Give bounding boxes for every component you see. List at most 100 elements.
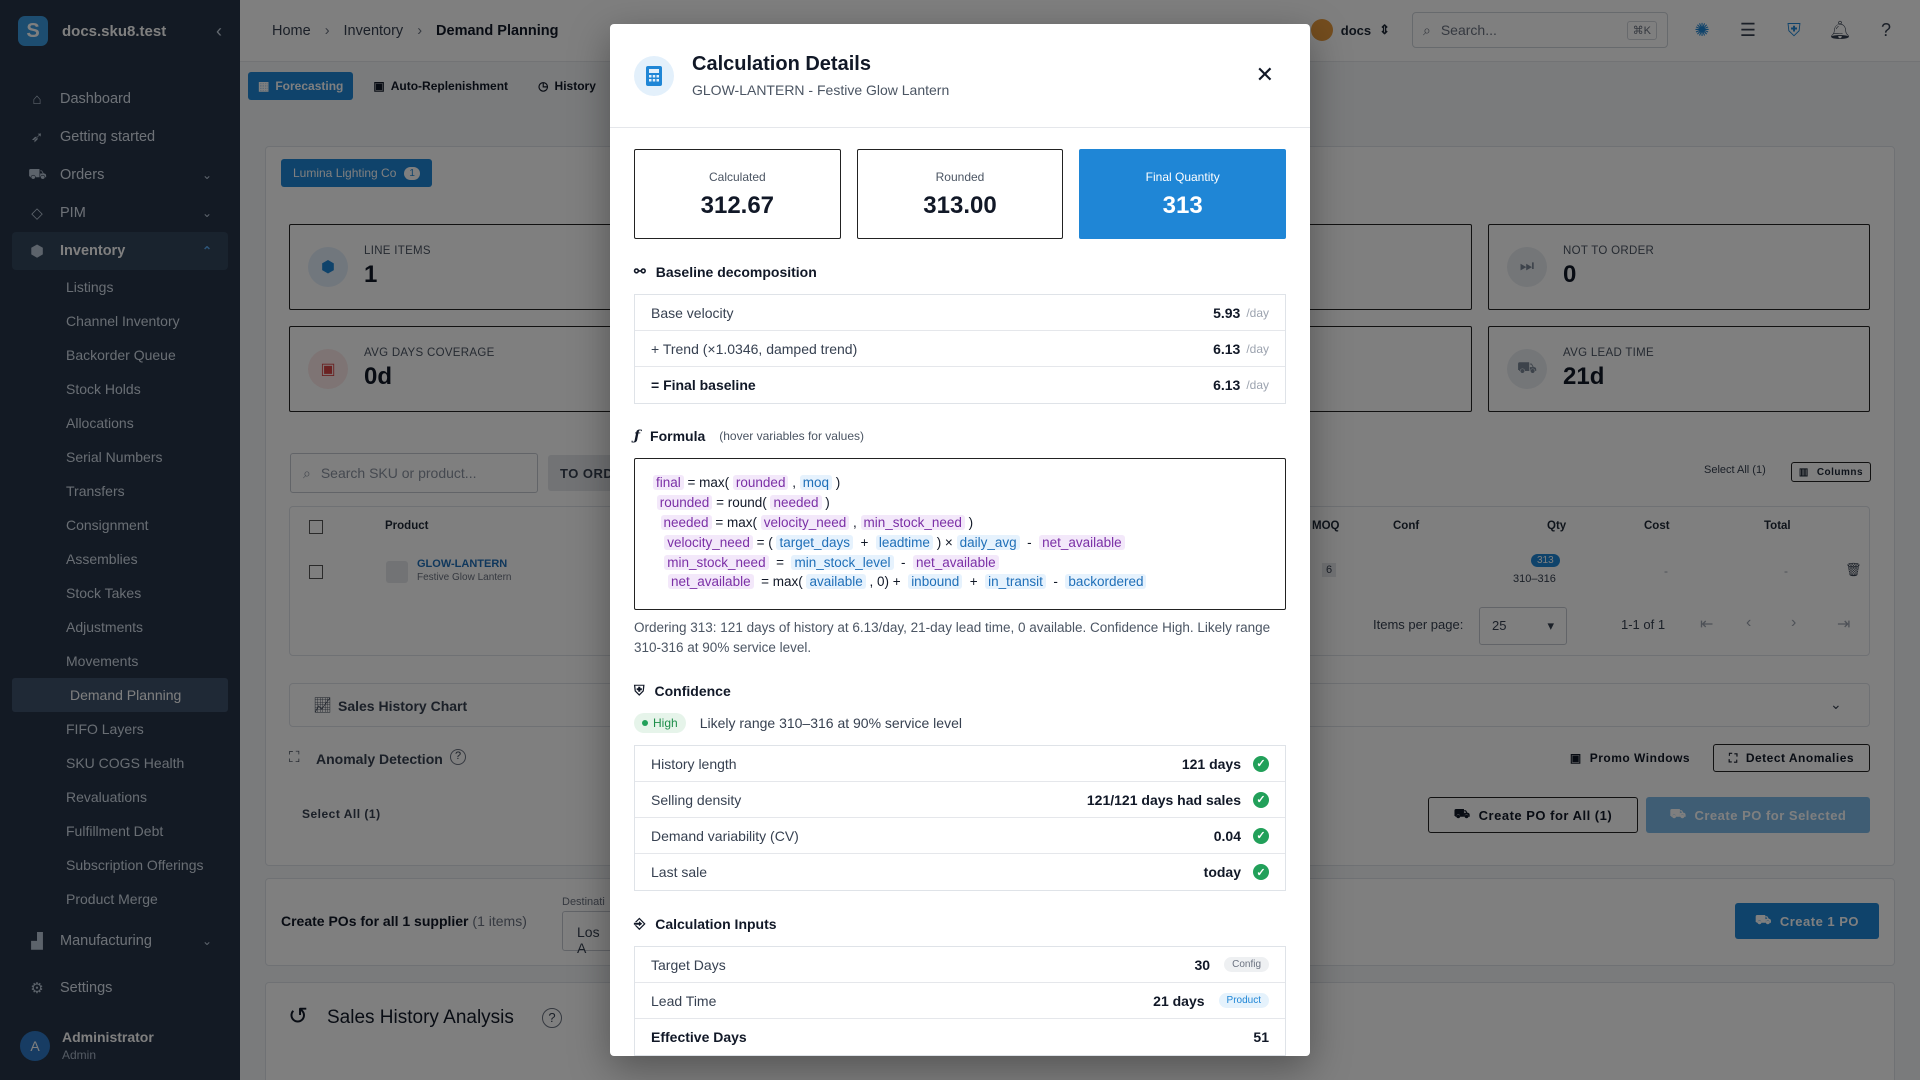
formula-variable[interactable]: needed	[660, 514, 712, 530]
baseline-row-value: 6.13	[1213, 340, 1241, 357]
confidence-row-label: Last sale	[651, 864, 708, 880]
formula-line: needed = max( velocity_need , min_stock_…	[653, 513, 1267, 533]
final-quantity-value: 313	[1162, 192, 1203, 219]
formula-variable[interactable]: needed	[770, 495, 822, 511]
close-icon[interactable]: ✕	[1256, 62, 1274, 88]
formula-variable[interactable]: rounded	[656, 495, 713, 511]
baseline-row: = Final baseline 6.13/day	[635, 367, 1285, 403]
formula-operator: )	[821, 495, 830, 511]
formula-variable[interactable]: net_available	[913, 554, 999, 570]
baseline-row-value: 6.13	[1213, 377, 1241, 393]
inputs-row: Lead Time 21 days Product	[635, 983, 1285, 1019]
rounded-value: 313.00	[923, 192, 997, 219]
confidence-badge: High	[634, 713, 686, 733]
dialog-header: Calculation Details GLOW-LANTERN - Festi…	[610, 24, 1310, 128]
confidence-row: Last sale today ✓	[635, 854, 1285, 890]
baseline-row: + Trend (×1.0346, damped trend) 6.13/day	[635, 331, 1285, 367]
formula-operator: +	[962, 574, 986, 590]
formula-operator: )	[964, 514, 974, 530]
formula-variable[interactable]: inbound	[908, 574, 963, 590]
formula-variable[interactable]: in_transit	[985, 574, 1046, 590]
formula-operator: -	[893, 554, 914, 570]
baseline-row-label: + Trend (×1.0346, damped trend)	[651, 340, 858, 357]
confidence-row-value: 0.04	[1213, 827, 1241, 844]
formula-operator: =	[768, 554, 792, 570]
confidence-row-value-wrap: 121 days ✓	[1182, 755, 1269, 772]
formula-variable[interactable]: net_available	[1039, 534, 1125, 550]
baseline-row-value-wrap: 6.13/day	[1213, 377, 1269, 393]
baseline-table: Base velocity 5.93/day + Trend (×1.0346, d…	[634, 294, 1286, 404]
formula-variable[interactable]: net_available	[668, 574, 754, 590]
confidence-table: History length 121 days ✓ Selling density 12…	[634, 745, 1286, 891]
calculated-box: Calculated 312.67	[634, 149, 841, 239]
unit-label: /day	[1246, 305, 1269, 320]
formula-variable[interactable]: moq	[799, 475, 832, 491]
confidence-row-label: Demand variability (CV)	[651, 827, 799, 844]
final-quantity-box: Final Quantity 313	[1079, 149, 1287, 239]
formula-variable[interactable]: min_stock_need	[860, 514, 965, 530]
baseline-row-value-wrap: 5.93/day	[1213, 305, 1269, 321]
quantity-summary: Calculated 312.67 Rounded 313.00 Final Qua…	[634, 149, 1287, 239]
inputs-row-label: Target Days	[651, 956, 726, 973]
formula-operator: ,	[788, 475, 800, 491]
inputs-row-value-wrap: 30 Config	[1195, 957, 1269, 973]
inputs-row: Effective Days 51	[635, 1019, 1285, 1055]
inputs-row-value: 30	[1194, 956, 1211, 973]
status-dot-icon	[642, 720, 648, 726]
formula-variable[interactable]: available	[806, 574, 866, 590]
baseline-section-title: ⚯ Baseline decomposition	[634, 263, 1286, 280]
inputs-row: Target Days 30 Config	[635, 947, 1285, 983]
rounded-label: Rounded	[935, 170, 985, 184]
inputs-row-value-wrap: 51	[1253, 1029, 1269, 1045]
confidence-summary: High Likely range 310–316 at 90% service…	[634, 713, 1286, 733]
confidence-row-value-wrap: 0.04 ✓	[1213, 827, 1269, 844]
formula-operator: = max(	[711, 514, 761, 530]
confidence-text: Likely range 310–316 at 90% service leve…	[699, 715, 962, 731]
formula-operator	[653, 555, 664, 570]
formula-variable[interactable]: backordered	[1065, 574, 1147, 590]
dialog-subtitle: GLOW-LANTERN - Festive Glow Lantern	[692, 82, 950, 98]
confidence-row: History length 121 days ✓	[635, 746, 1285, 782]
formula-variable[interactable]: min_stock_level	[791, 554, 894, 570]
inputs-table: Target Days 30 Config Lead Time 21 days Produ…	[634, 946, 1286, 1056]
confidence-row-value-wrap: 121/121 days had sales ✓	[1087, 791, 1269, 808]
formula-operator: = max(	[683, 475, 733, 491]
unit-label: /day	[1246, 341, 1269, 356]
baseline-row-value: 5.93	[1213, 304, 1241, 321]
formula-variable[interactable]: target_days	[776, 534, 854, 550]
formula-operator: +	[853, 534, 876, 550]
confidence-row: Demand variability (CV) 0.04 ✓	[635, 818, 1285, 854]
check-circle-icon: ✓	[1253, 791, 1269, 808]
formula-operator: ,	[849, 514, 861, 530]
check-circle-icon: ✓	[1253, 827, 1269, 844]
formula-line: final = max( rounded , moq )	[653, 473, 1267, 493]
calculated-value: 312.67	[700, 192, 775, 219]
confidence-row-value: today	[1203, 864, 1241, 880]
formula-variable[interactable]: velocity_need	[760, 514, 850, 530]
inputs-row-value: 21 days	[1153, 992, 1205, 1009]
formula-variable[interactable]: rounded	[732, 475, 789, 491]
formula-line: net_available = max( available , 0) + in…	[653, 572, 1267, 592]
shield-check-icon: ⛨	[634, 682, 645, 698]
formula-section-title: ƒ Formula (hover variables for values)	[634, 428, 1286, 444]
formula-hint: (hover variables for values)	[719, 429, 864, 443]
baseline-title: Baseline decomposition	[655, 263, 817, 280]
confidence-row-value-wrap: today ✓	[1204, 864, 1269, 880]
formula-line: velocity_need = ( target_days + leadtime…	[653, 532, 1267, 552]
formula-operator	[653, 535, 664, 550]
formula-operator: -	[1045, 574, 1066, 590]
formula-operator	[653, 515, 661, 530]
calculation-details-dialog: Calculation Details GLOW-LANTERN - Festi…	[610, 24, 1310, 1056]
dialog-title: Calculation Details	[692, 53, 871, 75]
calculator-icon	[634, 55, 674, 96]
final-quantity-label: Final Quantity	[1145, 170, 1220, 184]
formula-variable[interactable]: velocity_need	[664, 534, 753, 550]
formula-variable[interactable]: daily_avg	[956, 534, 1020, 550]
formula-operator: )	[831, 475, 841, 491]
inputs-title: Calculation Inputs	[655, 915, 777, 932]
formula-variable[interactable]: leadtime	[875, 534, 933, 550]
formula-variable[interactable]: min_stock_need	[664, 554, 769, 570]
formula-variable[interactable]: final	[653, 475, 684, 491]
inputs-row-label: Effective Days	[651, 1029, 747, 1045]
formula-line: rounded = round( needed )	[653, 493, 1267, 513]
